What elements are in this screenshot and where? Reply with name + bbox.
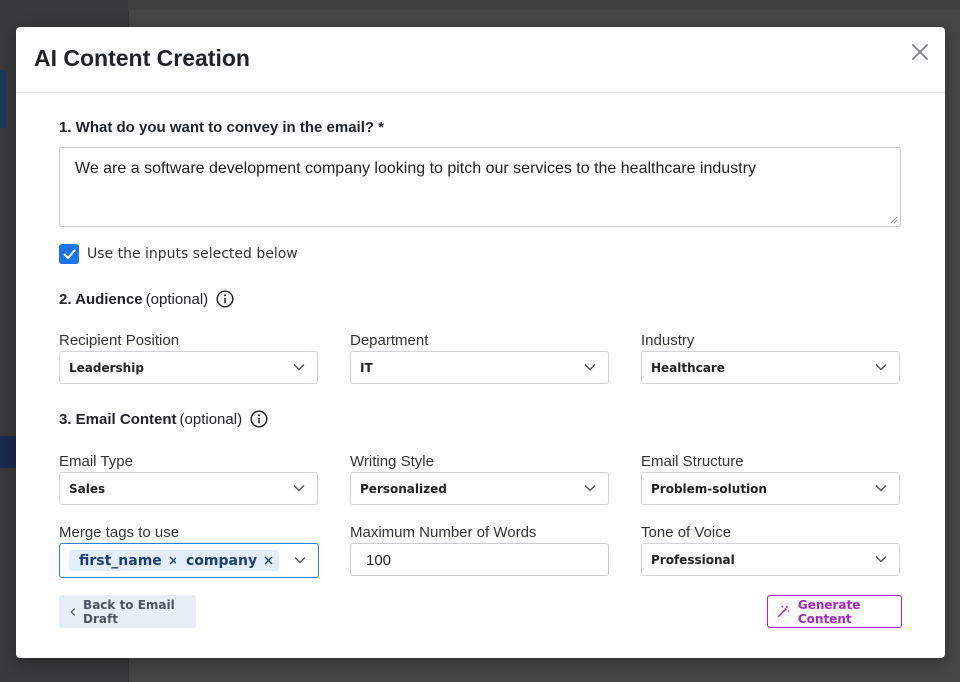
checkmark-icon bbox=[63, 249, 75, 259]
chevron-down-icon bbox=[293, 364, 305, 371]
use-inputs-label: Use the inputs selected below bbox=[87, 246, 298, 262]
chevron-down-icon bbox=[584, 364, 596, 371]
writing-style-select[interactable]: Personalized bbox=[350, 472, 609, 505]
max-words-value: 100 bbox=[366, 552, 392, 569]
industry-value: Healthcare bbox=[651, 361, 725, 375]
chevron-down-icon bbox=[584, 485, 596, 492]
max-words-label: Maximum Number of Words bbox=[350, 524, 537, 541]
chevron-left-icon bbox=[70, 607, 76, 616]
industry-label: Industry bbox=[641, 332, 695, 349]
writing-style-value: Personalized bbox=[360, 482, 447, 496]
email-type-select[interactable]: Sales bbox=[59, 472, 318, 505]
use-inputs-row[interactable]: Use the inputs selected below bbox=[59, 244, 298, 264]
recipient-position-value: Leadership bbox=[69, 361, 144, 375]
department-label: Department bbox=[350, 332, 429, 349]
max-words-input[interactable]: 100 bbox=[350, 543, 609, 576]
convey-message-textarea[interactable]: We are a software development company lo… bbox=[59, 147, 901, 227]
merge-tag-label: company bbox=[186, 552, 258, 569]
email-type-label: Email Type bbox=[59, 453, 133, 470]
back-to-email-draft-button[interactable]: Back to Email Draft bbox=[59, 595, 196, 628]
use-inputs-checkbox[interactable] bbox=[59, 244, 79, 264]
question-1-label: 1. What do you want to convey in the ema… bbox=[59, 119, 385, 136]
tone-of-voice-value: Professional bbox=[651, 553, 735, 567]
modal-title: AI Content Creation bbox=[34, 45, 250, 71]
convey-message-text: We are a software development company lo… bbox=[75, 160, 756, 177]
tone-of-voice-select[interactable]: Professional bbox=[641, 543, 900, 576]
chevron-down-icon bbox=[294, 557, 306, 564]
email-type-value: Sales bbox=[69, 482, 106, 496]
back-button-label: Back to Email Draft bbox=[83, 597, 175, 626]
industry-select[interactable]: Healthcare bbox=[641, 351, 900, 384]
merge-tag-chip: company bbox=[176, 550, 280, 571]
email-structure-label: Email Structure bbox=[641, 453, 744, 470]
chevron-down-icon bbox=[875, 485, 887, 492]
recipient-position-label: Recipient Position bbox=[59, 332, 180, 349]
generate-content-button[interactable]: Generate Content bbox=[767, 595, 902, 628]
merge-tags-label: Merge tags to use bbox=[59, 524, 180, 541]
info-icon[interactable] bbox=[250, 410, 268, 428]
department-value: IT bbox=[360, 361, 373, 375]
email-structure-value: Problem-solution bbox=[651, 482, 767, 496]
email-content-optional: (optional) bbox=[179, 410, 243, 428]
modal-header: AI Content Creation bbox=[16, 27, 945, 93]
chevron-down-icon bbox=[875, 364, 887, 371]
chevron-down-icon bbox=[293, 485, 305, 492]
email-content-title: 3. Email Content bbox=[59, 410, 177, 428]
remove-tag-icon[interactable] bbox=[264, 556, 273, 565]
merge-tag-chip: first_name bbox=[69, 550, 184, 571]
recipient-position-select[interactable]: Leadership bbox=[59, 351, 318, 384]
chevron-down-icon bbox=[875, 556, 887, 563]
tone-of-voice-label: Tone of Voice bbox=[641, 524, 732, 541]
merge-tag-label: first_name bbox=[79, 552, 162, 569]
email-content-section-title: 3. Email Content (optional) bbox=[59, 410, 268, 428]
close-icon[interactable] bbox=[911, 43, 929, 61]
writing-style-label: Writing Style bbox=[350, 453, 434, 470]
merge-tags-select[interactable]: first_name company bbox=[59, 543, 319, 578]
magic-wand-icon bbox=[778, 605, 790, 617]
audience-title: 2. Audience bbox=[59, 290, 143, 308]
department-select[interactable]: IT bbox=[350, 351, 609, 384]
resize-grip-icon[interactable] bbox=[890, 216, 898, 224]
audience-optional: (optional) bbox=[145, 290, 209, 308]
email-structure-select[interactable]: Problem-solution bbox=[641, 472, 900, 505]
info-icon[interactable] bbox=[216, 290, 234, 308]
generate-button-label: Generate Content bbox=[797, 597, 861, 626]
ai-content-creation-modal: AI Content Creation 1. What do you want … bbox=[16, 27, 945, 658]
audience-section-title: 2. Audience (optional) bbox=[59, 290, 234, 308]
